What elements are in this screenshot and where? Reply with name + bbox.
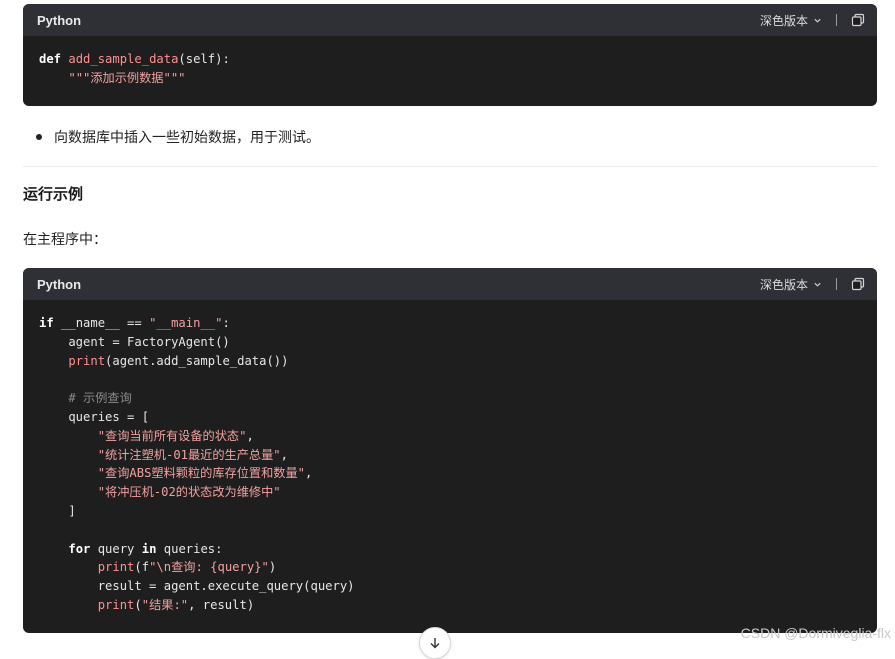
- code-token: (: [134, 597, 142, 612]
- code-token: (f: [134, 560, 150, 575]
- code-token: print: [68, 353, 106, 368]
- bullet-dot: [36, 134, 42, 140]
- code-token: __name__ ==: [53, 316, 150, 330]
- chevron-down-icon: [812, 15, 822, 25]
- theme-label: 深色版本: [759, 13, 808, 28]
- arrow-down-icon: [428, 636, 442, 650]
- code-token: , result): [188, 597, 255, 612]
- code-header: Python 深色版本: [23, 4, 877, 36]
- code-token: in: [141, 541, 157, 556]
- code-string: "\n查询: {query}": [149, 560, 269, 575]
- watermark: CSDN @Dormiveglia-flx: [740, 625, 891, 641]
- code-token: agent = FactoryAgent(): [39, 334, 230, 349]
- language-label: Python: [37, 12, 82, 28]
- code-token: print: [97, 560, 135, 575]
- divider: [23, 166, 877, 167]
- code-token: def: [39, 52, 69, 66]
- paragraph: 在主程序中：: [23, 232, 107, 248]
- divider: [836, 278, 837, 290]
- code-string: "统计注塑机-01最近的生产总量": [97, 447, 281, 462]
- code-token: (agent.add_sample_data()): [105, 353, 289, 368]
- code-token: ): [268, 560, 277, 575]
- section-heading: 运行示例: [23, 185, 84, 203]
- bullet-item: 向数据库中插入一些初始数据，用于测试。: [36, 127, 320, 147]
- code-string: "查询当前所有设备的状态": [97, 428, 247, 443]
- code-comment: # 示例查询: [39, 391, 132, 406]
- code-block-1: Python 深色版本 def add_sample_data(self): "…: [23, 4, 877, 106]
- language-label: Python: [37, 276, 82, 292]
- code-token: ]: [39, 503, 76, 518]
- code-header: Python 深色版本: [23, 268, 877, 300]
- scroll-to-bottom-button[interactable]: [419, 627, 451, 659]
- copy-icon[interactable]: [851, 13, 865, 27]
- code-content: if __name__ == "__main__": agent = Facto…: [39, 316, 355, 612]
- header-tools: 深色版本: [760, 12, 865, 29]
- code-token: query: [90, 541, 142, 556]
- code-token: if: [39, 316, 54, 330]
- divider: [836, 14, 837, 26]
- header-tools: 深色版本: [760, 276, 865, 293]
- code-string: "查询ABS塑料颗粒的库存位置和数量": [97, 466, 306, 481]
- theme-select[interactable]: 深色版本: [760, 12, 822, 29]
- code-token: :: [222, 316, 230, 330]
- code-token: """添加示例数据""": [68, 70, 186, 85]
- code-token: queries:: [156, 541, 223, 556]
- chevron-down-icon: [812, 279, 822, 289]
- code-block-2: Python 深色版本 if __name__ == "__main__": a…: [23, 268, 877, 633]
- code-token: for: [68, 541, 91, 556]
- bullet-text: 向数据库中插入一些初始数据，用于测试。: [54, 130, 320, 146]
- code-token: print: [97, 597, 135, 612]
- theme-select[interactable]: 深色版本: [760, 276, 822, 293]
- code-token: (self):: [178, 52, 230, 66]
- code-content: def add_sample_data(self): """添加示例数据""": [23, 36, 877, 102]
- code-token: queries = [: [39, 409, 150, 424]
- theme-label: 深色版本: [759, 277, 808, 292]
- code-token: result = agent.execute_query(query): [39, 579, 355, 594]
- code-token: "__main__": [149, 316, 223, 330]
- code-string: "将冲压机-02的状态改为维修中": [97, 485, 281, 500]
- code-string: "结果:": [141, 597, 189, 612]
- copy-icon[interactable]: [851, 277, 865, 291]
- code-token: add_sample_data: [68, 52, 179, 66]
